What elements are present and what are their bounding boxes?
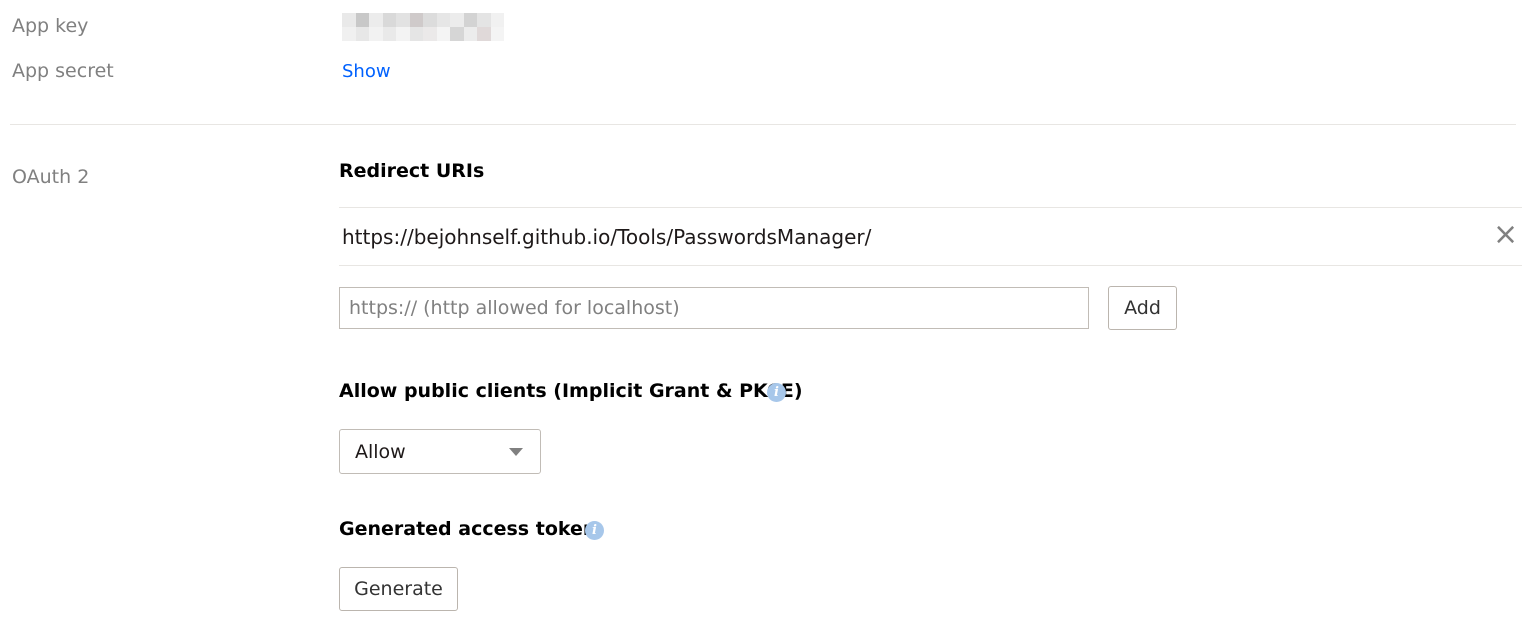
access-token-info-icon[interactable]: i: [585, 521, 604, 540]
uri-list-top-border: [339, 207, 1522, 208]
section-divider: [10, 124, 1516, 125]
add-uri-button[interactable]: Add: [1108, 286, 1177, 330]
app-key-value-redacted: [342, 13, 504, 41]
public-clients-info-icon[interactable]: i: [767, 383, 786, 402]
generate-token-button[interactable]: Generate: [339, 567, 458, 611]
app-secret-label: App secret: [12, 60, 114, 82]
public-clients-heading: Allow public clients (Implicit Grant & P…: [339, 380, 803, 402]
remove-uri-close-icon[interactable]: ×: [1493, 220, 1518, 250]
chevron-down-icon: [509, 447, 523, 456]
show-secret-link[interactable]: Show: [342, 61, 391, 82]
redirect-uris-heading: Redirect URIs: [339, 160, 485, 182]
oauth2-section-label: OAuth 2: [12, 166, 90, 188]
public-clients-selected-value: Allow: [355, 440, 406, 463]
uri-list-bottom-border: [339, 265, 1522, 266]
redirect-uri-input[interactable]: [339, 287, 1089, 329]
redirect-uri-item: https://bejohnself.github.io/Tools/Passw…: [342, 225, 872, 249]
app-key-label: App key: [12, 15, 89, 37]
public-clients-select[interactable]: Allow: [339, 429, 541, 474]
access-token-heading: Generated access token: [339, 518, 597, 540]
